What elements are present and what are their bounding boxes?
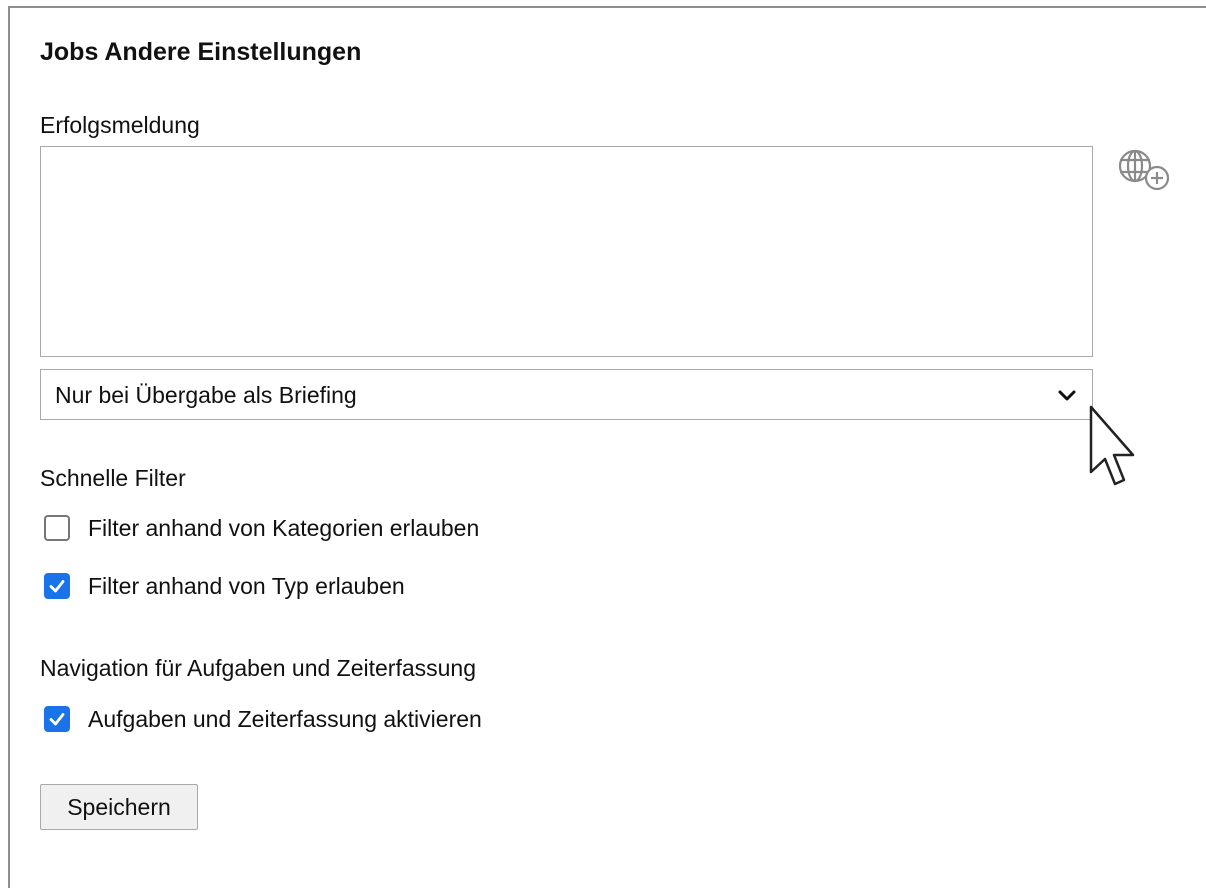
- filter-type-label: Filter anhand von Typ erlauben: [88, 573, 405, 599]
- delivery-select-value: Nur bei Übergabe als Briefing: [55, 382, 357, 408]
- task-navigation-heading: Navigation für Aufgaben und Zeiterfassun…: [40, 655, 477, 681]
- checkmark-icon: [49, 713, 65, 726]
- delivery-select[interactable]: Nur bei Übergabe als Briefing: [40, 369, 1093, 420]
- success-message-textarea[interactable]: [40, 146, 1093, 357]
- quick-filters-heading: Schnelle Filter: [40, 465, 186, 491]
- page-title: Jobs Andere Einstellungen: [40, 38, 362, 66]
- save-button[interactable]: Speichern: [40, 784, 198, 830]
- enable-tasks-checkbox[interactable]: [44, 706, 70, 732]
- checkmark-icon: [49, 580, 65, 593]
- success-message-label: Erfolgsmeldung: [40, 112, 200, 138]
- filter-categories-checkbox[interactable]: [44, 515, 70, 541]
- chevron-down-icon: [1056, 384, 1078, 406]
- globe-plus-icon[interactable]: [1113, 146, 1177, 194]
- filter-categories-label: Filter anhand von Kategorien erlauben: [88, 515, 480, 541]
- filter-type-checkbox[interactable]: [44, 573, 70, 599]
- enable-tasks-label: Aufgaben und Zeiterfassung aktivieren: [88, 706, 482, 732]
